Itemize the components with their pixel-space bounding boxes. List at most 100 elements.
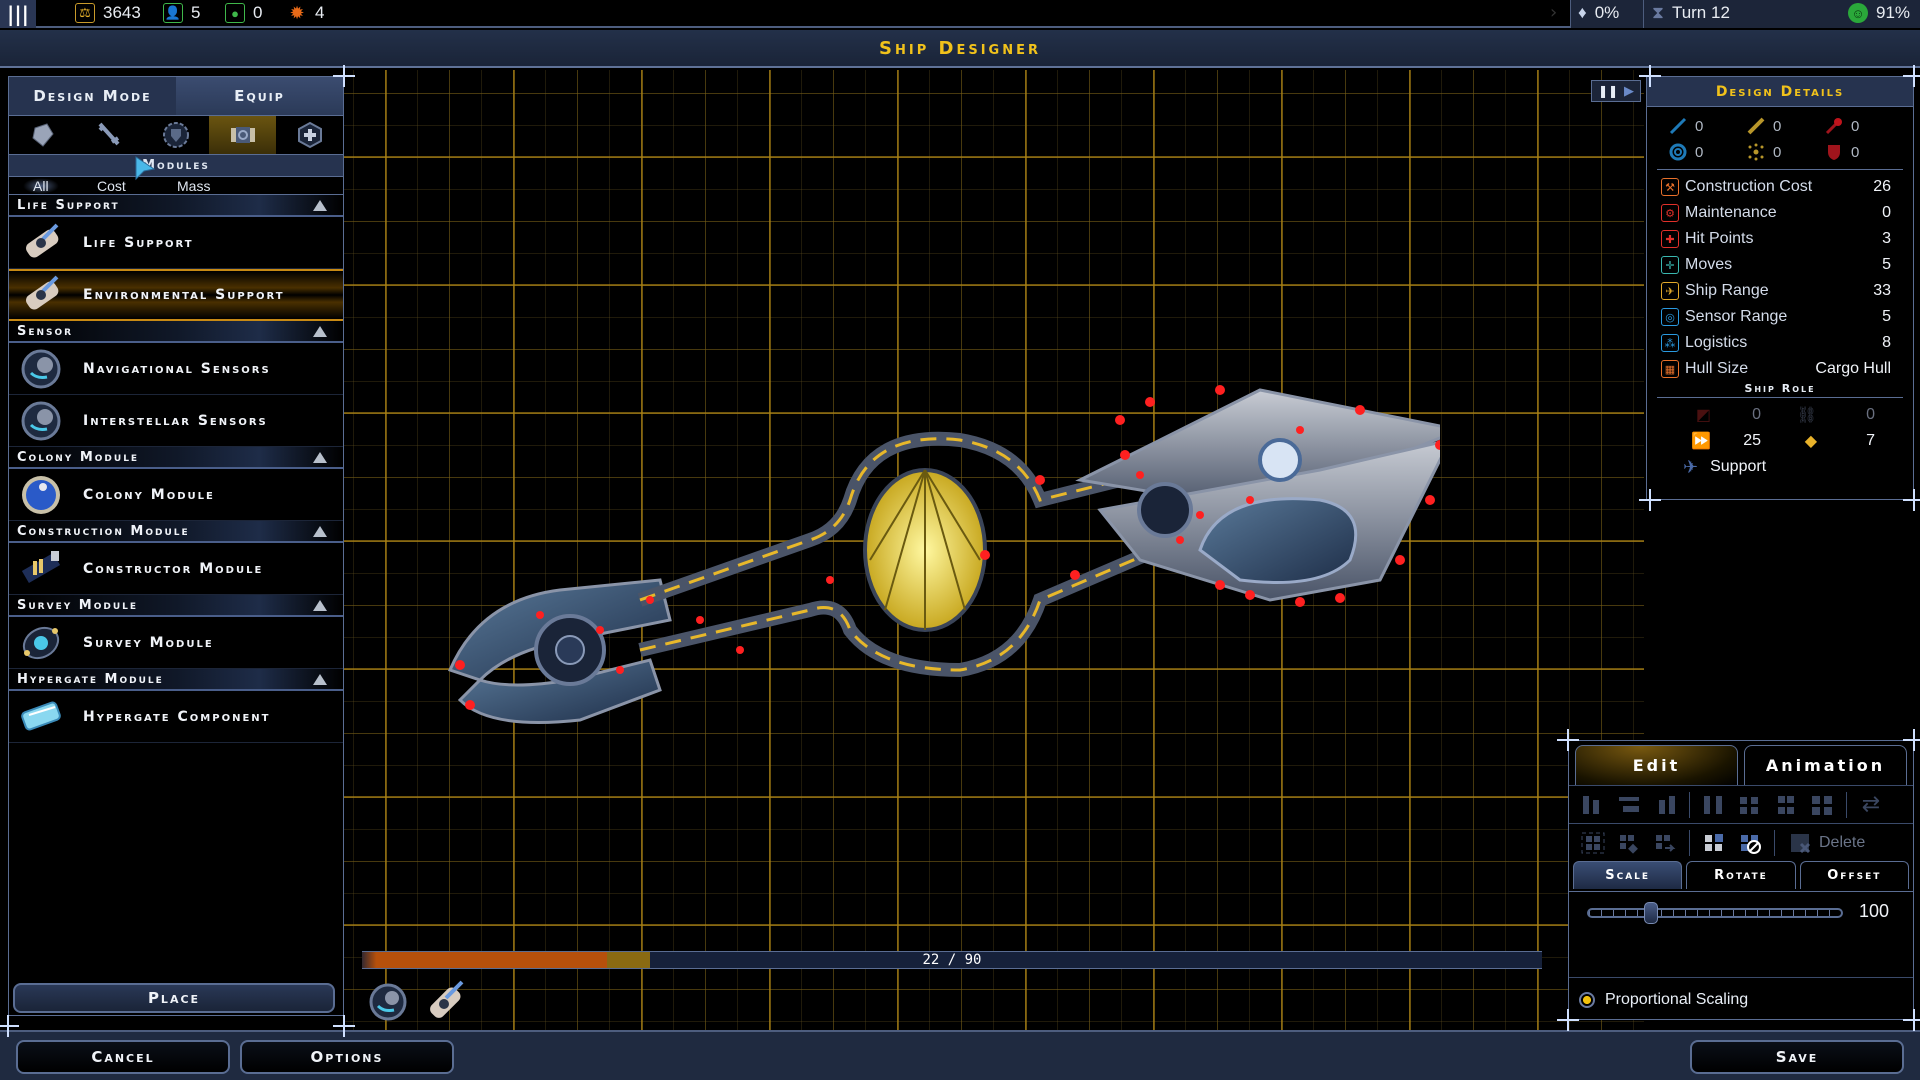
group-header-survey-module[interactable]: Survey Module [9,595,343,617]
select-group-icon[interactable] [1577,828,1609,858]
group-header-life-support[interactable]: Life Support [9,195,343,217]
title-bar: Ship Designer [0,30,1920,68]
sort-cost[interactable]: Cost [97,178,126,194]
category-weapons[interactable] [76,116,143,154]
place-button[interactable]: Place [13,983,335,1013]
distribute-grid-icon[interactable] [1734,790,1766,820]
list-item[interactable]: Interstellar Sensors [9,395,343,447]
expand-arrow-icon[interactable]: › [1550,2,1557,23]
tab-scale[interactable]: Scale [1573,861,1683,889]
sort-mass[interactable]: Mass [177,178,210,194]
list-item[interactable]: Survey Module [9,617,343,669]
group-header-construction-module[interactable]: Construction Module [9,521,343,543]
point-defense-icon [1748,143,1764,161]
hypergate-component-icon [21,701,61,730]
group-header-sensor[interactable]: Sensor [9,321,343,343]
group-toolbar: Delete [1569,823,1913,861]
tab-animation[interactable]: Animation [1744,745,1907,785]
stat-sensor-range: ◎ Sensor Range 5 [1647,304,1913,330]
hull-size-icon: ▦ [1661,360,1679,378]
ship-model[interactable] [440,350,1440,750]
align-top-icon[interactable] [1613,790,1645,820]
collapse-triangle-icon[interactable] [313,673,327,685]
delete-button[interactable]: Delete [1789,832,1865,854]
group-header-colony-module[interactable]: Colony Module [9,447,343,469]
group-title: Construction Module [17,523,190,539]
category-shields[interactable] [143,116,210,154]
weapon-icon [98,122,120,146]
tab-design-mode[interactable]: Design Mode [9,77,176,115]
deselect-icon[interactable] [1734,828,1766,858]
installed-sensor-module-icon[interactable] [368,978,412,1024]
credits-icon: ⚖ [75,3,95,23]
proportional-scaling-radio[interactable] [1579,992,1595,1008]
installed-life-support-icon[interactable] [424,978,468,1024]
beam-weapon-icon [1669,117,1687,135]
stat-hull-size: ▦ Hull Size Cargo Hull [1647,356,1913,382]
food-resource: ● 0 [225,3,262,23]
moves-icon: ✛ [1661,256,1679,274]
list-item[interactable]: Life Support [9,217,343,269]
sort-all[interactable]: All [23,177,59,194]
proportional-scaling-option[interactable]: Proportional Scaling [1579,991,1748,1009]
tab-rotate[interactable]: Rotate [1686,861,1796,889]
distribute-center-icon[interactable] [1806,790,1838,820]
distribute-vertical-icon[interactable] [1770,790,1802,820]
population-icon: 👤 [163,3,183,23]
ship-role-value: Support [1710,458,1767,475]
save-button[interactable]: Save [1690,1040,1904,1074]
scale-slider-thumb[interactable] [1644,902,1658,924]
support-role-icon: ✈ [1683,456,1699,477]
edit-panel: Edit Animation ⇄ Delete Scale Rotate Off… [1568,740,1914,1020]
corner-sparkle-decoration [1557,1009,1579,1031]
list-item[interactable]: Colony Module [9,469,343,521]
module-list: Life Support Life Support Environmental … [9,195,343,743]
top-status-area: ♦ 0% ⧗ Turn 12 ☺ 91% [1570,0,1920,28]
select-all-icon[interactable] [1698,828,1730,858]
category-modules[interactable] [209,116,277,154]
ship-role-stats: ◩ 0 ⛓ 0 ⏩ 25 ◆ 7 ✈ Support [1647,402,1913,480]
shield-defense-value: 0 [1695,143,1704,161]
align-right-icon[interactable] [1649,790,1681,820]
swap-icon[interactable]: ⇄ [1855,790,1887,820]
play-icon[interactable]: ▶ [1624,84,1634,99]
section-title: Modules [9,155,343,177]
speed-role-icon: ⏩ [1691,433,1711,450]
pause-icon[interactable]: ❚❚ [1598,84,1618,98]
category-repair[interactable] [276,116,343,154]
scale-slider-track[interactable] [1587,908,1843,918]
collapse-triangle-icon[interactable] [313,525,327,537]
menu-logo-button[interactable]: ||| [0,0,36,28]
list-item-selected[interactable]: Environmental Support [9,269,343,321]
corner-sparkle-decoration [1903,1009,1920,1031]
tab-equip[interactable]: Equip [176,77,343,115]
group-header-hypergate-module[interactable]: Hypergate Module [9,669,343,691]
group-add-icon[interactable] [1613,828,1645,858]
population-resource: 👤 5 [163,3,200,23]
capacity-progress-bar: 22 / 90 [362,951,1542,969]
defense-icon [32,123,55,147]
collapse-triangle-icon[interactable] [313,199,327,211]
list-item[interactable]: Navigational Sensors [9,343,343,395]
scale-slider[interactable] [1587,902,1843,924]
options-button[interactable]: Options [240,1040,454,1074]
tab-edit[interactable]: Edit [1575,745,1738,785]
group-move-icon[interactable] [1649,828,1681,858]
tab-offset[interactable]: Offset [1799,861,1909,889]
stat-maintenance: ⚙ Maintenance 0 [1647,200,1913,226]
corner-sparkle-decoration [333,65,355,87]
collapse-triangle-icon[interactable] [313,599,327,611]
list-item[interactable]: Constructor Module [9,543,343,595]
category-defense[interactable] [9,116,76,154]
item-label: Interstellar Sensors [83,412,268,429]
list-item[interactable]: Hypergate Component [9,691,343,743]
distribute-horizontal-icon[interactable] [1698,790,1730,820]
production-value: 4 [315,3,325,22]
animation-playback-controls: ❚❚ ▶ [1591,80,1641,102]
beam-weapon-value: 0 [1695,117,1704,135]
collapse-triangle-icon[interactable] [313,451,327,463]
cancel-button[interactable]: Cancel [16,1040,230,1074]
align-left-icon[interactable] [1577,790,1609,820]
collapse-triangle-icon[interactable] [313,325,327,337]
ship-role-title: Ship Role [1657,382,1903,398]
